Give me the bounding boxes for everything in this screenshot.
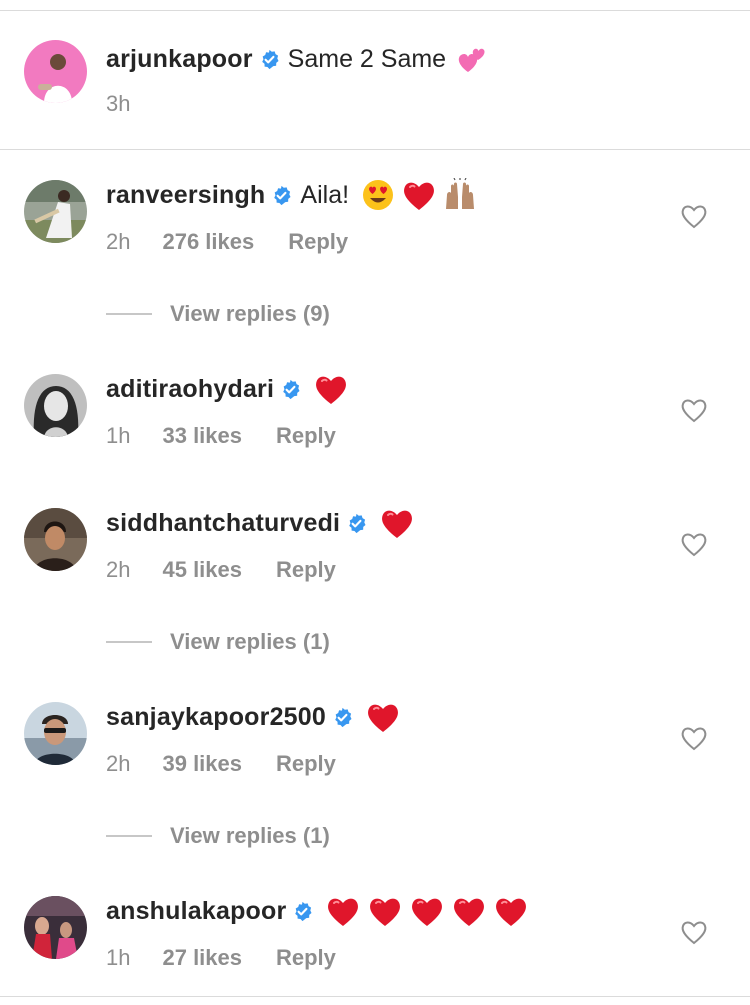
comment-likes-count[interactable]: 39 likes <box>162 751 242 777</box>
view-replies-label[interactable]: View replies (1) <box>170 823 330 849</box>
reply-button[interactable]: Reply <box>276 751 336 777</box>
reply-button[interactable]: Reply <box>276 557 336 583</box>
avatar-anshulakapoor[interactable] <box>24 896 87 959</box>
avatar-arjunkapoor[interactable] <box>24 40 87 103</box>
avatar-aditiraohydari[interactable] <box>24 374 87 437</box>
bottom-divider <box>0 996 750 997</box>
caption-username[interactable]: arjunkapoor <box>106 45 253 74</box>
comment-likes-count[interactable]: 27 likes <box>162 945 242 971</box>
red-heart-emoji <box>325 894 361 928</box>
comment-text: Aila! <box>300 180 350 209</box>
comment-time: 1h <box>106 945 131 970</box>
comment-time: 2h <box>106 751 131 776</box>
red-heart-emoji <box>451 894 487 928</box>
like-heart-icon[interactable] <box>680 203 708 229</box>
verified-badge-icon <box>332 707 353 728</box>
caption-text: Same 2 Same <box>287 44 447 73</box>
two-hearts-emoji <box>454 42 488 76</box>
comment-username[interactable]: ranveersingh <box>106 181 265 210</box>
avatar-siddhantchaturvedi[interactable] <box>24 508 87 571</box>
comment-time: 2h <box>106 229 131 254</box>
red-heart-emoji <box>493 894 529 928</box>
red-heart-emoji <box>367 894 403 928</box>
comment-likes-count[interactable]: 45 likes <box>162 557 242 583</box>
view-replies-line <box>106 313 152 315</box>
like-heart-icon[interactable] <box>680 531 708 557</box>
comment-time: 1h <box>106 423 131 448</box>
view-replies-label[interactable]: View replies (9) <box>170 301 330 327</box>
verified-badge-icon <box>259 49 280 70</box>
raising-hands-emoji <box>443 178 477 212</box>
like-heart-icon[interactable] <box>680 725 708 751</box>
comment-username[interactable]: sanjaykapoor2500 <box>106 703 326 732</box>
top-divider <box>0 10 750 11</box>
comment-username[interactable]: anshulakapoor <box>106 897 286 926</box>
like-heart-icon[interactable] <box>680 397 708 423</box>
view-replies-line <box>106 641 152 643</box>
verified-badge-icon <box>292 901 313 922</box>
verified-badge-icon <box>271 185 292 206</box>
avatar-ranveersingh[interactable] <box>24 180 87 243</box>
view-replies-button[interactable]: View replies (1) <box>106 627 330 657</box>
caption-time: 3h <box>106 91 131 116</box>
comment-username[interactable]: aditiraohydari <box>106 375 274 404</box>
red-heart-emoji <box>409 894 445 928</box>
comment-username[interactable]: siddhantchaturvedi <box>106 509 340 538</box>
comment-likes-count[interactable]: 276 likes <box>162 229 254 255</box>
verified-badge-icon <box>346 513 367 534</box>
heart-eyes-emoji <box>361 178 395 212</box>
view-replies-button[interactable]: View replies (9) <box>106 299 330 329</box>
verified-badge-icon <box>280 379 301 400</box>
red-heart-emoji <box>401 178 437 212</box>
comment-time: 2h <box>106 557 131 582</box>
reply-button[interactable]: Reply <box>276 945 336 971</box>
red-heart-emoji <box>379 506 415 540</box>
like-heart-icon[interactable] <box>680 919 708 945</box>
comment-likes-count[interactable]: 33 likes <box>162 423 242 449</box>
avatar-sanjaykapoor2500[interactable] <box>24 702 87 765</box>
view-replies-button[interactable]: View replies (1) <box>106 821 330 851</box>
view-replies-label[interactable]: View replies (1) <box>170 629 330 655</box>
reply-button[interactable]: Reply <box>276 423 336 449</box>
red-heart-emoji <box>365 700 401 734</box>
view-replies-line <box>106 835 152 837</box>
red-heart-emoji <box>313 372 349 406</box>
caption-divider <box>0 149 750 150</box>
reply-button[interactable]: Reply <box>288 229 348 255</box>
